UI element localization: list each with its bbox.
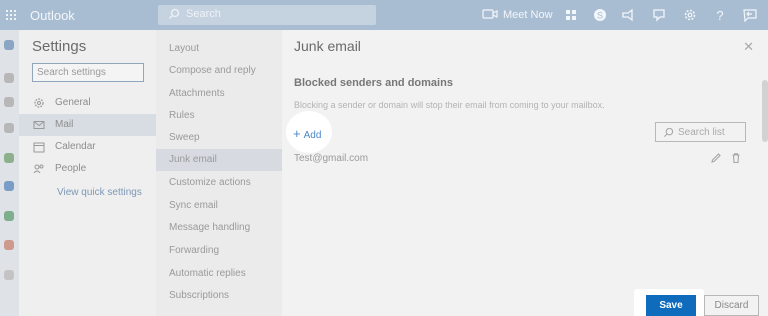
edit-icon[interactable] <box>710 152 722 164</box>
nav-compose-and-reply[interactable]: Compose and reply <box>156 60 282 82</box>
nav-subscriptions[interactable]: Subscriptions <box>156 285 282 307</box>
nav-sync-email[interactable]: Sync email <box>156 195 282 217</box>
grid-icon[interactable] <box>563 7 579 23</box>
category-calendar[interactable]: Calendar <box>19 136 156 158</box>
nav-sweep[interactable]: Sweep <box>156 127 282 149</box>
blocked-sender-entry: Test@gmail.com <box>294 153 369 164</box>
feedback-icon[interactable] <box>651 7 667 23</box>
search-box[interactable]: Search <box>158 5 376 25</box>
discard-button[interactable]: Discard <box>704 295 759 316</box>
calendar-icon[interactable] <box>4 73 14 83</box>
app-launcher-icon[interactable] <box>6 10 16 20</box>
nav-layout[interactable]: Layout <box>156 38 282 60</box>
blocked-senders-heading: Blocked senders and domains <box>294 77 453 89</box>
settings-title: Settings <box>32 38 87 55</box>
word-icon[interactable] <box>4 181 14 191</box>
settings-categories-panel: Settings Search settings General Mail Ca… <box>19 30 156 316</box>
plus-icon: + <box>293 126 301 141</box>
mail-settings-nav: Layout Compose and reply Attachments Rul… <box>156 30 282 316</box>
video-icon[interactable] <box>482 7 498 21</box>
nav-forwarding[interactable]: Forwarding <box>156 240 282 262</box>
calendar-icon <box>33 142 45 153</box>
settings-search-input[interactable]: Search settings <box>32 63 144 82</box>
svg-text:S: S <box>597 11 603 21</box>
scrollbar[interactable] <box>762 80 768 142</box>
files-icon[interactable] <box>4 123 14 133</box>
search-list-input[interactable]: Search list <box>655 122 746 142</box>
mail-icon <box>33 121 45 129</box>
search-placeholder: Search <box>186 8 221 20</box>
people-icon <box>33 164 44 174</box>
close-icon[interactable]: ✕ <box>743 39 754 55</box>
excel-icon[interactable] <box>4 211 14 221</box>
search-icon <box>169 8 180 19</box>
search-icon <box>663 127 674 138</box>
add-button[interactable]: + Add <box>293 126 321 141</box>
page-title: Junk email <box>294 38 361 54</box>
meet-now-button[interactable]: Meet Now <box>503 9 553 21</box>
todo-icon[interactable] <box>4 153 14 163</box>
feedback-arrow-icon[interactable] <box>742 7 758 23</box>
app-title[interactable]: Outlook <box>30 8 75 23</box>
save-button[interactable]: Save <box>646 295 696 316</box>
blocked-senders-description: Blocking a sender or domain will stop th… <box>294 100 605 110</box>
category-mail[interactable]: Mail <box>19 114 156 136</box>
megaphone-icon[interactable] <box>620 7 636 23</box>
nav-attachments[interactable]: Attachments <box>156 83 282 105</box>
gear-icon[interactable] <box>682 7 698 23</box>
left-rail <box>0 30 19 316</box>
nav-rules[interactable]: Rules <box>156 105 282 127</box>
help-icon[interactable]: ? <box>712 7 728 23</box>
top-bar: Outlook Search Meet Now S ? <box>0 0 768 30</box>
nav-automatic-replies[interactable]: Automatic replies <box>156 263 282 285</box>
gear-icon <box>34 98 44 108</box>
nav-message-handling[interactable]: Message handling <box>156 217 282 239</box>
category-people[interactable]: People <box>19 158 156 180</box>
mail-icon[interactable] <box>4 40 14 50</box>
skype-icon[interactable]: S <box>592 7 608 23</box>
svg-text:?: ? <box>716 8 723 23</box>
more-apps-icon[interactable] <box>4 270 14 280</box>
people-icon[interactable] <box>4 97 14 107</box>
nav-customize-actions[interactable]: Customize actions <box>156 172 282 194</box>
powerpoint-icon[interactable] <box>4 240 14 250</box>
nav-junk-email[interactable]: Junk email <box>156 149 282 171</box>
category-general[interactable]: General <box>19 92 156 114</box>
view-quick-settings-link[interactable]: View quick settings <box>57 187 142 198</box>
delete-icon[interactable] <box>730 152 742 164</box>
junk-email-pane: Junk email ✕ Blocked senders and domains… <box>282 30 768 316</box>
